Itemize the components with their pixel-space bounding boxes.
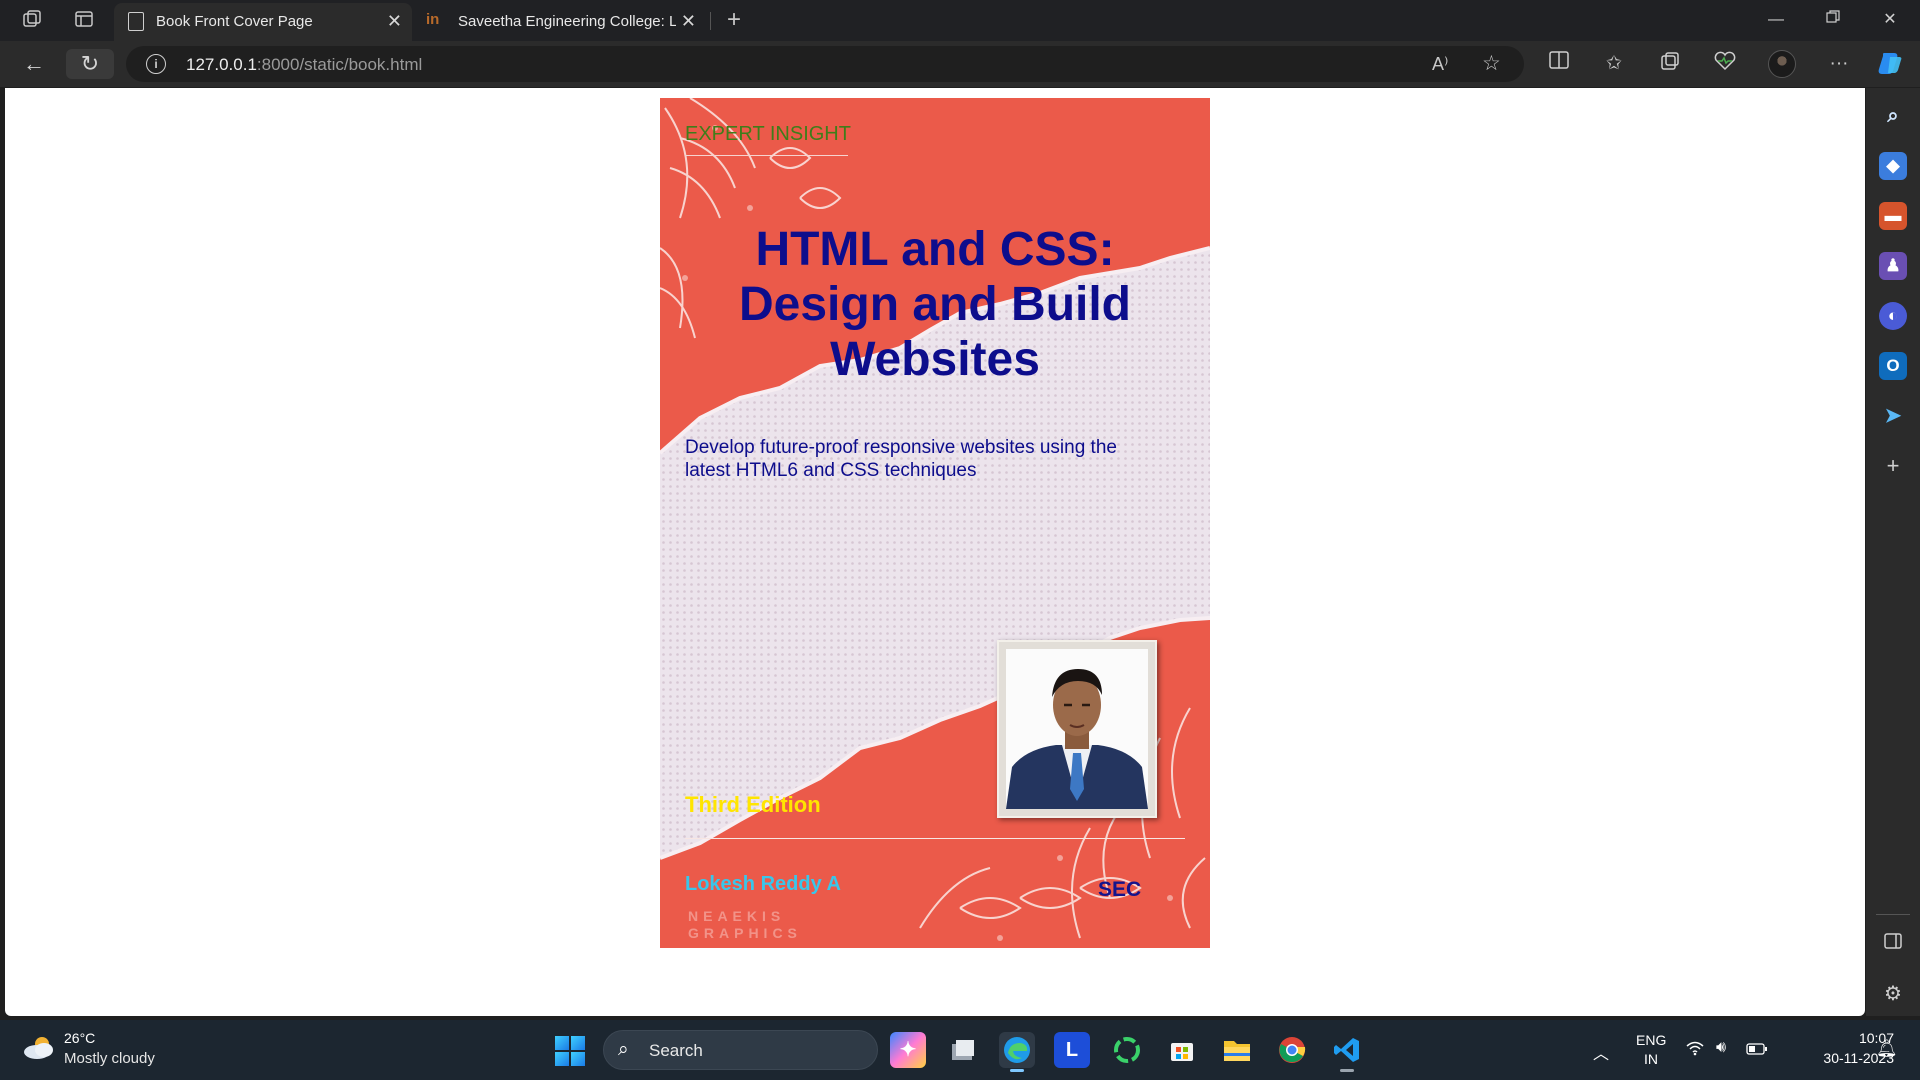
shopping-tag-icon[interactable]: ◆	[1879, 152, 1907, 180]
workspaces-icon[interactable]	[18, 8, 46, 32]
tab-title: Book Front Cover Page	[156, 13, 313, 30]
profile-avatar[interactable]	[1768, 50, 1796, 78]
author-photo	[997, 640, 1157, 818]
drop-send-icon[interactable]: ➤	[1879, 402, 1907, 430]
restore-button[interactable]	[1813, 6, 1853, 34]
weather-temperature[interactable]: 26°C	[64, 1030, 95, 1046]
back-button[interactable]: ←	[18, 49, 50, 79]
split-screen-icon[interactable]	[1544, 51, 1574, 77]
copilot-icon[interactable]	[1876, 51, 1906, 77]
site-info-icon[interactable]: i	[146, 54, 166, 74]
book-subtitle: Develop future-proof responsive websites…	[685, 437, 1117, 481]
add-sidebar-app-icon[interactable]: +	[1879, 452, 1907, 480]
close-window-button[interactable]: ✕	[1870, 6, 1910, 34]
settings-gear-icon[interactable]: ⚙	[1879, 980, 1907, 1008]
battery-icon[interactable]	[1746, 1042, 1768, 1058]
read-aloud-icon[interactable]: A⁾	[1432, 54, 1448, 75]
favorites-icon[interactable]: ✩	[1599, 51, 1629, 77]
favorite-star-icon[interactable]: ☆	[1482, 51, 1501, 76]
eyebrow-divider	[685, 155, 848, 156]
collections-icon[interactable]	[1655, 51, 1685, 77]
l-app-icon[interactable]: L	[1054, 1032, 1090, 1068]
region-code[interactable]: IN	[1644, 1051, 1658, 1067]
search-icon: ⌕	[618, 1039, 629, 1060]
site-icon: in	[426, 11, 440, 28]
wifi-icon[interactable]	[1685, 1040, 1705, 1061]
windows-taskbar: 26°C Mostly cloudy ⌕ Search ✦ L ︿ ENG IN…	[0, 1020, 1920, 1080]
browser-essentials-icon[interactable]	[1710, 51, 1740, 77]
author-portrait	[1006, 649, 1148, 809]
tab-actions-icon[interactable]	[70, 8, 98, 32]
watermark-line-1: NEAEKIS	[688, 908, 786, 924]
new-tab-button[interactable]: +	[720, 8, 748, 32]
hide-sidebar-icon[interactable]	[1879, 930, 1907, 958]
minimize-button[interactable]: —	[1756, 6, 1796, 34]
close-tab-icon[interactable]: ✕	[387, 11, 402, 32]
show-hidden-icons-chevron-icon[interactable]: ︿	[1593, 1040, 1609, 1064]
close-tab-icon[interactable]: ✕	[681, 11, 696, 32]
url-path: :8000/static/book.html	[256, 55, 423, 74]
tab-book-front-cover[interactable]: Book Front Cover Page ✕	[114, 3, 412, 41]
bottom-divider	[685, 838, 1185, 839]
publisher-label: SEC	[1098, 878, 1142, 901]
watermark-line-2: GRAPHICS	[688, 925, 802, 941]
page-icon	[128, 12, 144, 31]
chrome-icon[interactable]	[1274, 1032, 1310, 1068]
edge-sidebar: ⌕ ◆ ▬ ♟ ◐ O ➤ + ⚙	[1866, 88, 1920, 1016]
games-icon[interactable]: ♟	[1879, 252, 1907, 280]
edge-icon[interactable]	[999, 1032, 1035, 1072]
windows-start-button[interactable]	[555, 1036, 585, 1066]
file-manager-icon[interactable]	[945, 1032, 981, 1068]
search-icon[interactable]: ⌕	[1879, 102, 1907, 130]
address-bar[interactable]: i 127.0.0.1:8000/static/book.html A⁾ ☆	[126, 46, 1524, 82]
edition-label: Third Edition	[685, 792, 821, 817]
book-cover: EXPERT INSIGHT HTML and CSS: Design and …	[660, 98, 1210, 948]
tools-briefcase-icon[interactable]: ▬	[1879, 202, 1907, 230]
vscode-icon[interactable]	[1329, 1032, 1365, 1072]
tab-bar: Book Front Cover Page ✕ in Saveetha Engi…	[0, 0, 1920, 41]
microsoft-365-icon[interactable]: ◐	[1879, 302, 1907, 330]
notification-bell-icon[interactable]: 🔔︎	[1876, 1039, 1898, 1059]
watermark: NEAEKIS GRAPHICS	[688, 908, 802, 942]
eyebrow-label: EXPERT INSIGHT	[685, 123, 851, 145]
tab-title: Saveetha Engineering College: Lo	[458, 13, 676, 30]
search-label: Search	[649, 1041, 703, 1060]
volume-icon[interactable]: 🔊︎	[1716, 1039, 1726, 1057]
address-url[interactable]: 127.0.0.1:8000/static/book.html	[186, 55, 422, 75]
browser-toolbar: ← ↻ i 127.0.0.1:8000/static/book.html A⁾…	[0, 41, 1920, 87]
store-icon[interactable]	[1164, 1032, 1200, 1068]
explorer-folder-icon[interactable]	[1219, 1032, 1255, 1068]
sidebar-divider	[1876, 914, 1910, 915]
url-host: 127.0.0.1	[186, 55, 257, 74]
reload-button[interactable]: ↻	[66, 49, 114, 79]
copilot-pre-icon[interactable]: ✦	[890, 1032, 926, 1068]
weather-cloud-icon[interactable]	[22, 1034, 56, 1060]
loop-app-icon[interactable]	[1109, 1032, 1145, 1068]
weather-description[interactable]: Mostly cloudy	[64, 1050, 155, 1067]
tab-saveetha[interactable]: in Saveetha Engineering College: Lo ✕	[414, 3, 706, 41]
tab-divider	[710, 12, 711, 30]
more-options-icon[interactable]: ···	[1824, 51, 1854, 77]
outlook-icon[interactable]: O	[1879, 352, 1907, 380]
language-code[interactable]: ENG	[1636, 1032, 1666, 1048]
taskbar-search[interactable]: ⌕ Search	[603, 1030, 878, 1070]
book-title: HTML and CSS: Design and Build Websites	[738, 223, 1131, 386]
author-name: Lokesh Reddy A	[685, 873, 841, 895]
